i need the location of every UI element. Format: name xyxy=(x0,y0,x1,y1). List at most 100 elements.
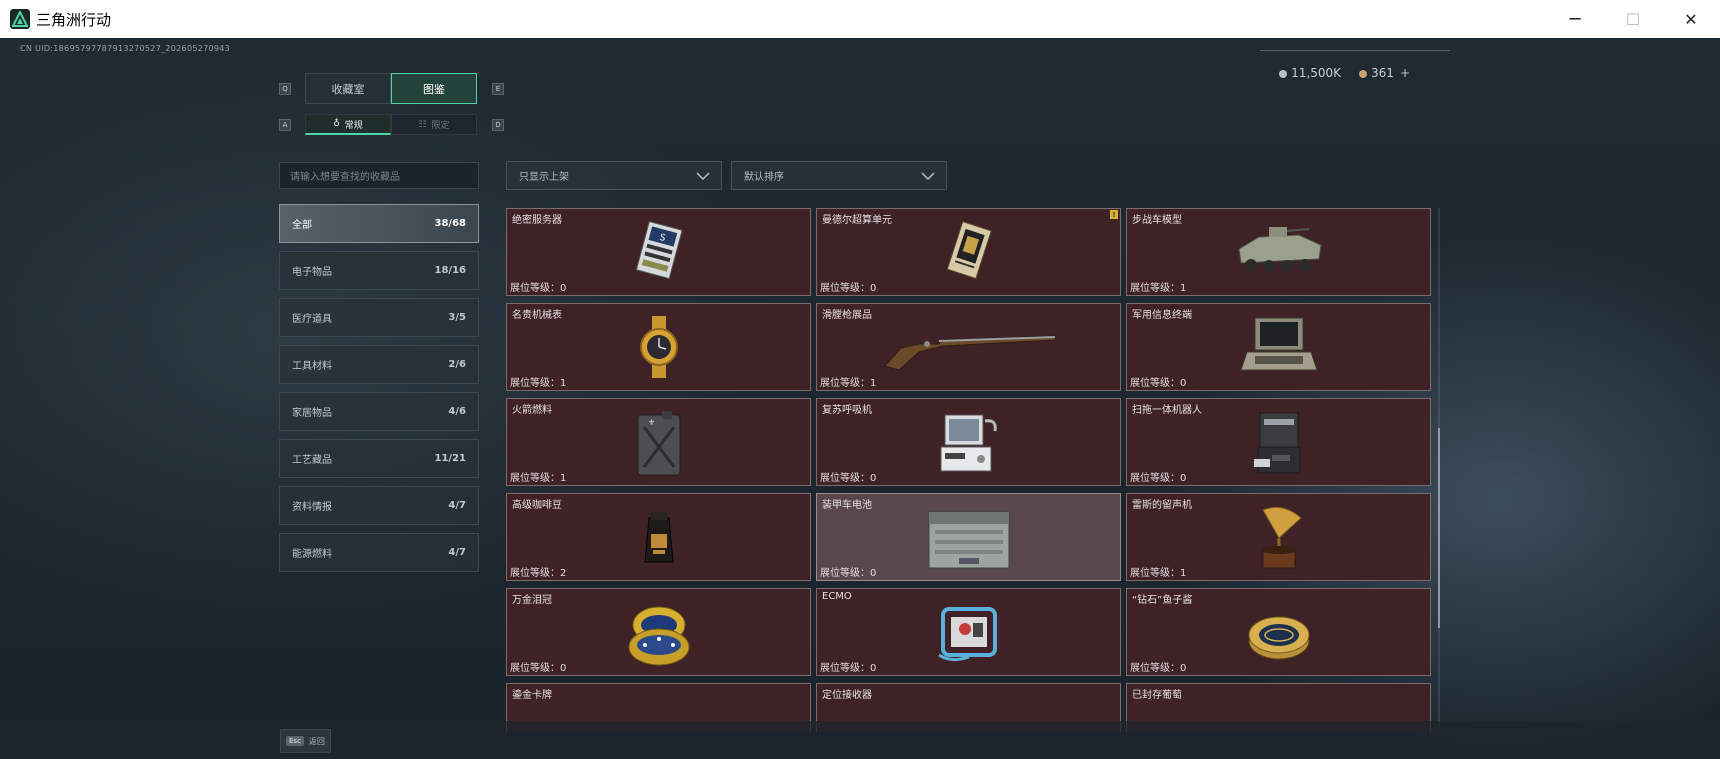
subtab-regular[interactable]: ♁ 常规 xyxy=(305,114,391,135)
top-divider xyxy=(1260,50,1450,51)
item-name: 军用信息终端 xyxy=(1132,310,1192,321)
warning-badge: ! xyxy=(1110,210,1118,219)
category-list: 全部 38/68 电子物品 18/16 医疗道具 3/5 工具材料 2/6 家居物品 4/… xyxy=(279,204,479,580)
item-name: “钻石”鱼子酱 xyxy=(1132,595,1193,606)
category-label: 电子物品 xyxy=(292,267,332,278)
subtab-limited-label: 限定 xyxy=(431,121,450,131)
item-level: 展位等级：0 xyxy=(1130,473,1187,484)
item-level: 展位等级：0 xyxy=(820,283,877,294)
sort-dropdown[interactable]: 默认排序 xyxy=(731,161,947,190)
category-label: 医疗道具 xyxy=(292,314,332,325)
gold-amount: 361 xyxy=(1371,66,1394,80)
app-logo-icon xyxy=(10,9,30,29)
back-button[interactable]: Esc 返回 xyxy=(280,729,331,753)
silver-coin-icon xyxy=(1279,69,1288,78)
item-name: 绝密服务器 xyxy=(512,215,562,226)
category-count: 3/5 xyxy=(448,312,466,323)
category-intel[interactable]: 资料情报 4/7 xyxy=(279,486,479,525)
gold-currency: 361 + xyxy=(1359,66,1410,80)
item-card[interactable]: 曼德尔超算单元 ! 展位等级：0 xyxy=(816,208,1121,296)
category-medical[interactable]: 医疗道具 3/5 xyxy=(279,298,479,337)
player-uid: CN UID:18695797787913270527_202605270943 xyxy=(20,44,231,53)
caviar-icon xyxy=(1248,616,1309,660)
item-card[interactable]: 滑膛枪展品 展位等级：1 xyxy=(816,303,1121,391)
category-count: 4/7 xyxy=(448,547,466,558)
close-button[interactable]: ✕ xyxy=(1662,0,1720,38)
chip-icon xyxy=(946,221,992,280)
item-card[interactable]: 复苏呼吸机 展位等级：0 xyxy=(816,398,1121,486)
item-name: 鎏金卡牌 xyxy=(512,690,552,701)
gold-coin-icon xyxy=(1359,69,1368,78)
main-tabs: 收藏室 图鉴 xyxy=(305,73,477,104)
item-level: 展位等级：1 xyxy=(510,473,567,484)
item-card[interactable]: 高级咖啡豆 展位等级：2 xyxy=(506,493,811,581)
gramophone-icon xyxy=(1260,506,1302,569)
item-name: 定位接收器 xyxy=(822,690,872,701)
keyhint-next-tab: E xyxy=(492,83,504,95)
minimize-button[interactable]: ─ xyxy=(1546,0,1604,38)
item-card[interactable]: 步战车模型 展位等级：1 xyxy=(1126,208,1431,296)
item-card[interactable]: 军用信息终端 展位等级：0 xyxy=(1126,303,1431,391)
tab-collection-room[interactable]: 收藏室 xyxy=(305,73,391,104)
item-name: 步战车模型 xyxy=(1132,215,1182,226)
item-level: 展位等级：0 xyxy=(510,283,567,294)
category-electronics[interactable]: 电子物品 18/16 xyxy=(279,251,479,290)
category-count: 38/68 xyxy=(434,218,466,229)
item-card[interactable]: “钻石”鱼子酱 展位等级：0 xyxy=(1126,588,1431,676)
item-level: 展位等级：0 xyxy=(820,473,877,484)
subtab-regular-label: 常规 xyxy=(344,120,363,131)
category-label: 能源燃料 xyxy=(292,549,332,560)
chevron-down-icon xyxy=(921,172,935,181)
add-currency-button[interactable]: + xyxy=(1400,66,1410,80)
battery-icon xyxy=(928,511,1009,569)
category-energy[interactable]: 能源燃料 4/7 xyxy=(279,533,479,572)
display-filter-value: 只显示上架 xyxy=(519,172,569,183)
item-name: 雷斯的留声机 xyxy=(1132,500,1192,511)
item-card[interactable]: 雷斯的留声机 展位等级：1 xyxy=(1126,493,1431,581)
category-count: 11/21 xyxy=(434,453,466,464)
item-level: 展位等级：2 xyxy=(510,568,567,579)
item-card[interactable]: ECMO 展位等级：0 xyxy=(816,588,1121,676)
item-level: 展位等级：1 xyxy=(510,378,567,389)
category-count: 18/16 xyxy=(434,265,466,276)
item-name: 已封存葡萄 xyxy=(1132,690,1182,701)
window-titlebar: 三角洲行动 ─ ☐ ✕ xyxy=(0,0,1720,38)
item-name: 装甲车电池 xyxy=(822,500,872,511)
bottom-bar: Esc 返回 xyxy=(0,721,1720,759)
item-level: 展位等级：0 xyxy=(510,663,567,674)
item-level: 展位等级：1 xyxy=(1130,283,1187,294)
item-card[interactable]: 名贵机械表 展位等级：1 xyxy=(506,303,811,391)
sub-tabs: ♁ 常规 ☷ 限定 xyxy=(305,114,477,135)
category-all[interactable]: 全部 38/68 xyxy=(279,204,479,243)
game-viewport: CN UID:18695797787913270527_202605270943… xyxy=(0,38,1720,759)
subtab-limited[interactable]: ☷ 限定 xyxy=(391,114,477,135)
item-card[interactable]: 扫拖一体机器人 展位等级：0 xyxy=(1126,398,1431,486)
keyhint-next-subtab: D xyxy=(492,119,504,131)
grid-scrollbar-thumb[interactable] xyxy=(1438,428,1440,628)
item-name: 复苏呼吸机 xyxy=(822,405,872,416)
maximize-button[interactable]: ☐ xyxy=(1604,0,1662,38)
currency-bar: 11,500K 361 + xyxy=(1279,66,1410,80)
fuel-can-icon: ⚜ xyxy=(637,411,680,476)
category-count: 4/6 xyxy=(448,406,466,417)
tab-catalog[interactable]: 图鉴 xyxy=(391,73,477,104)
category-tools[interactable]: 工具材料 2/6 xyxy=(279,345,479,384)
item-card[interactable]: 万金泪冠 展位等级：0 xyxy=(506,588,811,676)
keyhint-prev-tab: Q xyxy=(279,83,291,95)
category-crafts[interactable]: 工艺藏品 11/21 xyxy=(279,439,479,478)
display-filter-dropdown[interactable]: 只显示上架 xyxy=(506,161,722,190)
item-name: 滑膛枪展品 xyxy=(822,310,872,321)
silver-currency: 11,500K xyxy=(1279,66,1341,80)
regular-icon: ♁ xyxy=(333,119,340,129)
search-input[interactable]: 请输入想要查找的收藏品 xyxy=(279,162,479,189)
back-label: 返回 xyxy=(308,736,325,746)
musket-icon xyxy=(883,335,1055,371)
item-name: 曼德尔超算单元 xyxy=(822,215,892,226)
category-household[interactable]: 家居物品 4/6 xyxy=(279,392,479,431)
item-card[interactable]: 绝密服务器 S 展位等级：0 xyxy=(506,208,811,296)
item-card[interactable]: 装甲车电池 展位等级：0 xyxy=(816,493,1121,581)
category-label: 家居物品 xyxy=(292,408,332,419)
item-name: 名贵机械表 xyxy=(512,310,562,321)
terminal-icon xyxy=(1239,317,1318,371)
item-card[interactable]: 火箭燃料 ⚜ 展位等级：1 xyxy=(506,398,811,486)
